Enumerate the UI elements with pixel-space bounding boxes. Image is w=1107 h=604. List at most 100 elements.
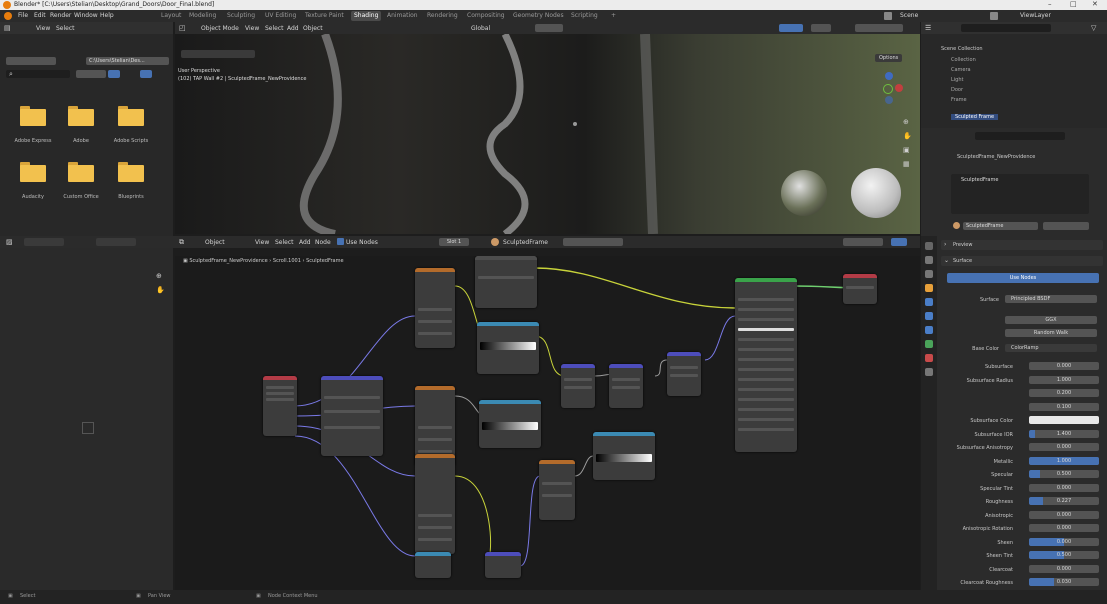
image-view-menu[interactable] — [24, 238, 64, 246]
tab-scripting[interactable]: Scripting — [568, 11, 601, 21]
transform-orientation[interactable]: Global — [471, 25, 490, 32]
bump-node[interactable] — [485, 552, 521, 578]
outliner-item-selected[interactable]: Sculpted Frame — [951, 114, 999, 120]
snap-toggle[interactable] — [535, 24, 563, 32]
tab-layout[interactable]: Layout — [158, 11, 184, 21]
pan-hand-icon[interactable]: ✋ — [156, 286, 165, 294]
material-name-field[interactable]: SculptedFrame — [503, 239, 548, 246]
render-tab-icon[interactable] — [925, 256, 933, 264]
view-toggle[interactable] — [108, 70, 120, 78]
property-value-field[interactable]: 0.200 — [1029, 389, 1099, 397]
property-value-field[interactable]: 0.500 — [1029, 551, 1099, 559]
menu-window[interactable]: Window — [74, 12, 98, 19]
editor-type-icon[interactable]: ☰ — [925, 24, 931, 32]
outliner-item[interactable]: Collection — [951, 57, 976, 63]
image-texture-node[interactable] — [415, 454, 455, 554]
tab-sculpting[interactable]: Sculpting — [224, 11, 258, 21]
folder-icon[interactable] — [20, 106, 46, 126]
property-value-field[interactable]: 0.000 — [1029, 565, 1099, 573]
node-object-selector[interactable]: Object — [205, 239, 225, 246]
color-ramp-node[interactable] — [479, 400, 541, 448]
folder-icon[interactable] — [20, 162, 46, 182]
property-value-field[interactable]: 0.100 — [1029, 403, 1099, 411]
image-browse[interactable] — [96, 238, 136, 246]
physics-tab-icon[interactable] — [925, 312, 933, 320]
image-texture-node[interactable] — [415, 268, 455, 348]
property-value-field[interactable]: 0.000 — [1029, 511, 1099, 519]
folder-icon[interactable] — [118, 106, 144, 126]
settings-toggle[interactable] — [140, 70, 152, 78]
slot-selector[interactable]: Slot 1 — [439, 238, 469, 246]
blender-menu-icon[interactable] — [4, 12, 12, 20]
navigation-gizmo[interactable] — [875, 72, 905, 104]
zoom-icon[interactable]: ⊕ — [903, 118, 909, 126]
outliner-item[interactable]: Camera — [951, 67, 971, 73]
tab-rendering[interactable]: Rendering — [424, 11, 461, 21]
overlay-toggle[interactable] — [779, 24, 803, 32]
file-menu-view[interactable]: View — [36, 25, 50, 32]
color-ramp-node[interactable] — [477, 322, 539, 374]
base-color-link-field[interactable]: ColorRamp — [1005, 344, 1097, 352]
math-node[interactable] — [561, 364, 595, 408]
perspective-grid-icon[interactable]: ▦ — [903, 160, 910, 168]
material-output-node[interactable] — [843, 274, 877, 304]
minimize-button[interactable]: – — [1048, 0, 1052, 8]
mix-node[interactable] — [667, 352, 701, 396]
tool-tab-icon[interactable] — [925, 242, 933, 250]
pan-hand-icon[interactable]: ✋ — [903, 132, 912, 140]
property-value-field[interactable]: 1.000 — [1029, 457, 1099, 465]
subsurface-method-dropdown[interactable]: Random Walk — [1005, 329, 1097, 337]
color-ramp-node[interactable] — [475, 256, 537, 308]
folder-icon[interactable] — [68, 162, 94, 182]
zoom-icon[interactable]: ⊕ — [156, 272, 162, 280]
property-value-field[interactable]: 1.400 — [1029, 430, 1099, 438]
tab-shading[interactable]: Shading — [351, 11, 382, 21]
texture-tab-icon[interactable] — [925, 368, 933, 376]
property-value-field[interactable] — [1029, 416, 1099, 424]
object-tab-icon[interactable] — [925, 284, 933, 292]
material-tab-icon[interactable] — [925, 354, 933, 362]
outliner-item[interactable]: Door — [951, 87, 963, 93]
viewport-menu-add[interactable]: Add — [287, 25, 299, 32]
tab-texture-paint[interactable]: Texture Paint — [302, 11, 347, 21]
properties-search-field[interactable] — [975, 132, 1065, 140]
surface-shader-field[interactable]: Principled BSDF — [1005, 295, 1097, 303]
preview-section-header[interactable]: › Preview — [941, 240, 1103, 250]
tab-uv-editing[interactable]: UV Editing — [262, 11, 299, 21]
xray-toggle[interactable] — [811, 24, 831, 32]
math-node[interactable] — [609, 364, 643, 408]
viewport-menu-select[interactable]: Select — [265, 25, 284, 32]
modifier-tab-icon[interactable] — [925, 298, 933, 306]
folder-icon[interactable] — [118, 162, 144, 182]
property-value-field[interactable]: 0.000 — [1029, 362, 1099, 370]
outliner-item[interactable]: Frame — [951, 97, 967, 103]
property-value-field[interactable]: 1.000 — [1029, 376, 1099, 384]
nav-back-button[interactable] — [6, 57, 56, 65]
property-value-field[interactable]: 0.227 — [1029, 497, 1099, 505]
tab-geometry-nodes[interactable]: Geometry Nodes — [510, 11, 567, 21]
principled-bsdf-node[interactable] — [735, 278, 797, 452]
node-menu-add[interactable]: Add — [299, 239, 311, 246]
editor-type-icon[interactable]: ▤ — [4, 24, 11, 32]
mix-node[interactable] — [539, 460, 575, 520]
viewport-menu-view[interactable]: View — [245, 25, 259, 32]
property-value-field[interactable]: 0.000 — [1029, 538, 1099, 546]
editor-type-icon[interactable]: ▨ — [6, 238, 13, 246]
property-value-field[interactable]: 0.030 — [1029, 578, 1099, 586]
texture-coordinate-node[interactable] — [263, 376, 297, 436]
property-value-field[interactable]: 0.000 — [1029, 484, 1099, 492]
close-button[interactable]: ✕ — [1092, 0, 1098, 8]
material-slot-list[interactable]: SculptedFrame — [951, 174, 1089, 214]
file-menu-select[interactable]: Select — [56, 25, 75, 32]
constraints-tab-icon[interactable] — [925, 326, 933, 334]
node-menu-view[interactable]: View — [255, 239, 269, 246]
viewport-toolbar[interactable] — [181, 50, 255, 58]
mode-selector[interactable]: Object Mode — [201, 25, 239, 32]
maximize-button[interactable]: □ — [1070, 0, 1077, 8]
tab-modeling[interactable]: Modeling — [186, 11, 219, 21]
snapping-toggle[interactable] — [843, 238, 883, 246]
shader-node-editor[interactable]: ▣ SculptedFrame_NewProvidence › Scroll.1… — [175, 256, 920, 590]
camera-view-icon[interactable]: ▣ — [903, 146, 910, 154]
property-value-field[interactable]: 0.000 — [1029, 443, 1099, 451]
file-search-field[interactable] — [6, 70, 70, 78]
